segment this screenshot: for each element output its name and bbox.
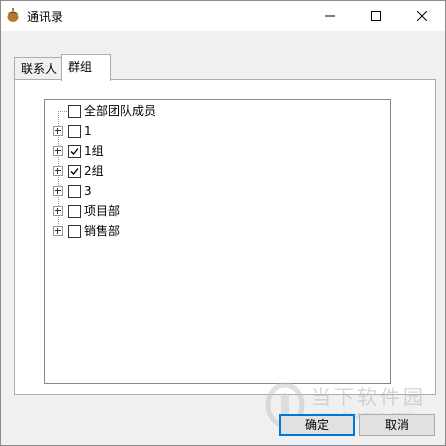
maximize-button[interactable] <box>353 1 399 31</box>
expand-icon[interactable] <box>53 146 63 156</box>
expand-icon[interactable] <box>53 126 63 136</box>
checkmark-icon <box>70 168 79 175</box>
tab-contacts-label: 联系人 <box>21 62 58 76</box>
title-bar[interactable]: 通讯录 <box>1 1 445 31</box>
checkbox[interactable] <box>68 105 81 118</box>
address-book-window: 通讯录 联系人 群组 全部团队成员 1 1组 2组 3 项目部 销售部 当下软件… <box>0 0 446 446</box>
checkbox-checked[interactable] <box>68 165 81 178</box>
checkbox[interactable] <box>68 225 81 238</box>
expand-icon[interactable] <box>53 226 63 236</box>
checkbox[interactable] <box>68 185 81 198</box>
expand-icon[interactable] <box>53 206 63 216</box>
tree-item-label: 2组 <box>84 164 104 178</box>
tree-item-label: 3 <box>84 184 92 198</box>
minimize-icon <box>325 15 335 17</box>
tab-groups[interactable]: 群组 <box>61 54 111 81</box>
tree-item-label: 1组 <box>84 144 104 158</box>
tree-item-label: 项目部 <box>84 204 121 218</box>
expand-icon[interactable] <box>53 166 63 176</box>
cancel-button[interactable]: 取消 <box>359 414 435 436</box>
checkbox[interactable] <box>68 205 81 218</box>
watermark-text: 当下软件园 <box>311 385 426 409</box>
tree-item-label: 1 <box>84 124 92 138</box>
close-icon <box>417 11 427 21</box>
tab-contacts[interactable]: 联系人 <box>14 57 66 80</box>
minimize-button[interactable] <box>307 1 353 31</box>
tab-groups-label: 群组 <box>68 60 93 74</box>
tree-item-label: 全部团队成员 <box>84 104 157 118</box>
checkbox[interactable] <box>68 125 81 138</box>
maximize-icon <box>371 11 381 21</box>
checkbox-checked[interactable] <box>68 145 81 158</box>
groups-panel: 全部团队成员 1 1组 2组 3 项目部 销售部 <box>14 79 436 395</box>
group-tree[interactable]: 全部团队成员 1 1组 2组 3 项目部 销售部 <box>44 99 391 384</box>
close-button[interactable] <box>399 1 445 31</box>
window-title: 通讯录 <box>27 10 64 24</box>
checkmark-icon <box>70 148 79 155</box>
acorn-icon <box>5 7 21 23</box>
expand-icon[interactable] <box>53 186 63 196</box>
ok-button[interactable]: 确定 <box>279 414 355 436</box>
tree-item-label: 销售部 <box>84 224 121 238</box>
tree-connector <box>58 111 67 112</box>
